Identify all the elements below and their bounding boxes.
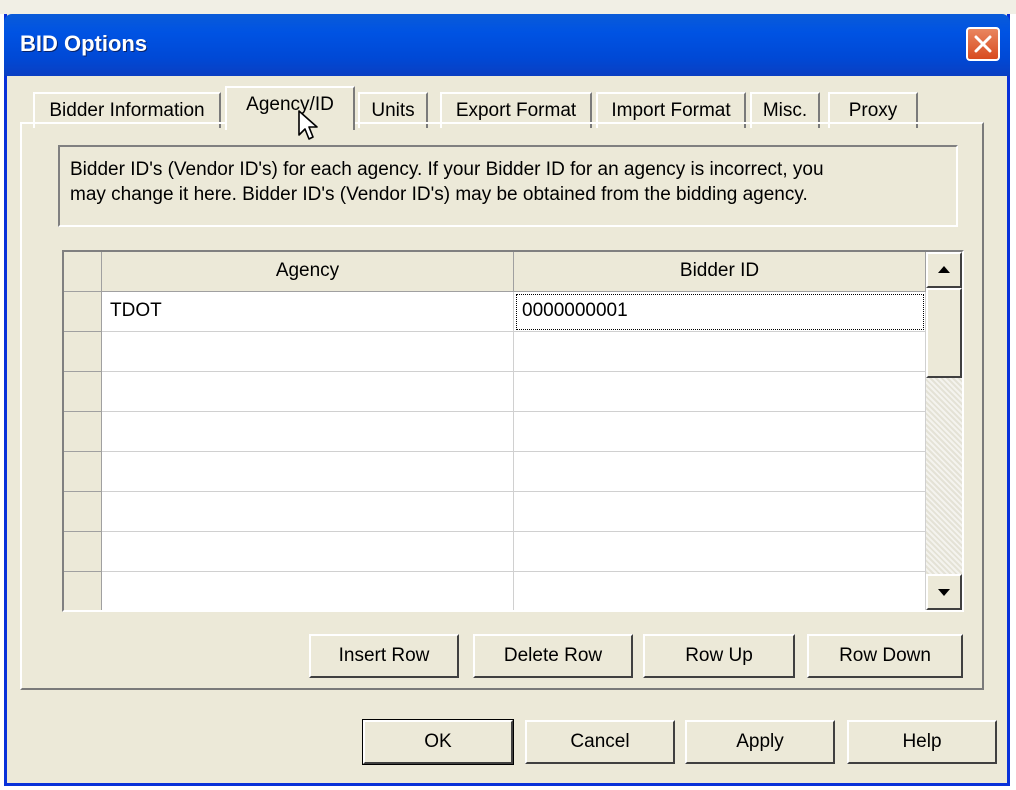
agency-cell[interactable] — [102, 332, 514, 372]
vertical-scrollbar[interactable] — [926, 252, 962, 610]
row-selector[interactable] — [64, 372, 102, 412]
agency-cell[interactable] — [102, 572, 514, 610]
agency-cell[interactable] — [102, 412, 514, 452]
window-title: BID Options — [20, 31, 148, 56]
agency-cell[interactable] — [102, 532, 514, 572]
row-selector[interactable] — [64, 412, 102, 452]
table-row[interactable] — [64, 332, 926, 372]
bidder-id-cell[interactable]: 0000000001 — [514, 292, 926, 332]
bidder-id-cell[interactable] — [514, 532, 926, 572]
grid-header-row: Agency Bidder ID — [64, 252, 926, 292]
arrow-up-icon — [938, 266, 950, 273]
bidder-id-cell[interactable] — [514, 332, 926, 372]
tab-agency-id[interactable]: Agency/ID — [225, 86, 355, 130]
table-row[interactable] — [64, 452, 926, 492]
agency-cell[interactable] — [102, 492, 514, 532]
mouse-pointer-icon — [298, 110, 318, 140]
agency-cell[interactable]: TDOT — [102, 292, 514, 332]
row-up-button[interactable]: Row Up — [643, 634, 795, 678]
row-selector[interactable] — [64, 452, 102, 492]
info-description: Bidder ID's (Vendor ID's) for each agenc… — [58, 145, 958, 227]
close-icon — [974, 35, 992, 53]
table-row[interactable]: TDOT 0000000001 — [64, 292, 926, 332]
cancel-button[interactable]: Cancel — [525, 720, 675, 764]
table-row[interactable] — [64, 372, 926, 412]
row-selector[interactable] — [64, 292, 102, 332]
scroll-down-button[interactable] — [926, 574, 962, 610]
table-row[interactable] — [64, 572, 926, 610]
row-selector[interactable] — [64, 332, 102, 372]
bidder-id-cell[interactable] — [514, 492, 926, 532]
bidder-id-cell[interactable] — [514, 412, 926, 452]
column-header-bidder-id[interactable]: Bidder ID — [514, 252, 926, 292]
grid-corner — [64, 252, 102, 292]
insert-row-button[interactable]: Insert Row — [309, 634, 459, 678]
bidder-id-cell[interactable] — [514, 452, 926, 492]
table-row[interactable] — [64, 492, 926, 532]
table-row[interactable] — [64, 532, 926, 572]
agency-cell[interactable] — [102, 452, 514, 492]
scroll-thumb[interactable] — [926, 288, 962, 378]
background-strip — [0, 0, 1016, 14]
arrow-down-icon — [938, 589, 950, 596]
delete-row-button[interactable]: Delete Row — [473, 634, 633, 678]
apply-button[interactable]: Apply — [685, 720, 835, 764]
close-button[interactable] — [966, 27, 1000, 61]
ok-button[interactable]: OK — [362, 719, 514, 765]
column-header-agency[interactable]: Agency — [102, 252, 514, 292]
info-line-2: may change it here. Bidder ID's (Vendor … — [70, 184, 808, 205]
row-selector[interactable] — [64, 572, 102, 610]
table-row[interactable] — [64, 412, 926, 452]
row-down-button[interactable]: Row Down — [807, 634, 963, 678]
scroll-up-button[interactable] — [926, 252, 962, 288]
help-button[interactable]: Help — [847, 720, 997, 764]
row-selector[interactable] — [64, 532, 102, 572]
agency-bidder-grid[interactable]: Agency Bidder ID TDOT 0000000001 — [62, 250, 964, 612]
info-line-1: Bidder ID's (Vendor ID's) for each agenc… — [70, 159, 824, 180]
title-bar[interactable]: BID Options — [4, 14, 1010, 76]
row-selector[interactable] — [64, 492, 102, 532]
agency-cell[interactable] — [102, 372, 514, 412]
bidder-id-cell[interactable] — [514, 572, 926, 610]
bidder-id-cell[interactable] — [514, 372, 926, 412]
